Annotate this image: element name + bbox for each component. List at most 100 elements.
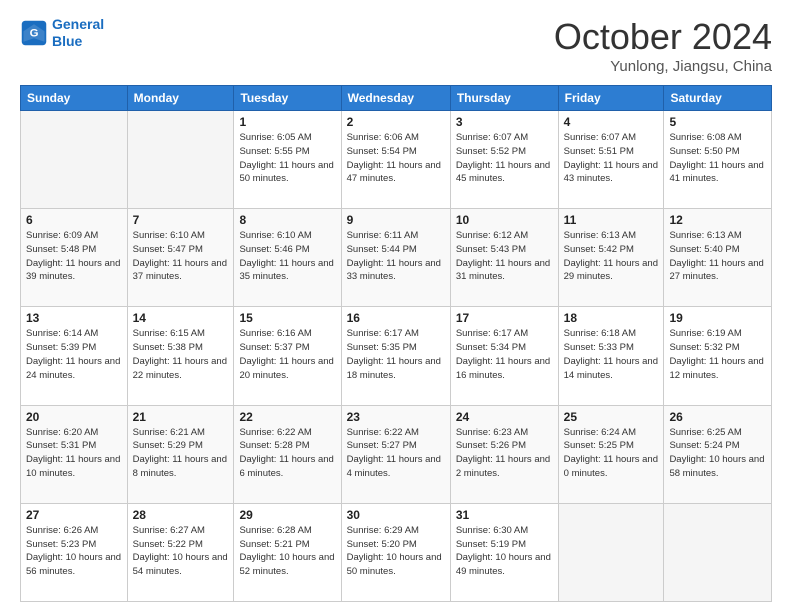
day-info: Sunrise: 6:16 AMSunset: 5:37 PMDaylight:… [239, 327, 335, 382]
day-info: Sunrise: 6:09 AMSunset: 5:48 PMDaylight:… [26, 229, 122, 284]
day-info: Sunrise: 6:14 AMSunset: 5:39 PMDaylight:… [26, 327, 122, 382]
weekday-header-thursday: Thursday [450, 86, 558, 111]
day-info: Sunrise: 6:30 AMSunset: 5:19 PMDaylight:… [456, 524, 553, 579]
calendar-cell: 19Sunrise: 6:19 AMSunset: 5:32 PMDayligh… [664, 307, 772, 405]
day-info: Sunrise: 6:27 AMSunset: 5:22 PMDaylight:… [133, 524, 229, 579]
title-block: October 2024 Yunlong, Jiangsu, China [554, 16, 772, 75]
day-info: Sunrise: 6:24 AMSunset: 5:25 PMDaylight:… [564, 426, 659, 481]
day-info: Sunrise: 6:10 AMSunset: 5:46 PMDaylight:… [239, 229, 335, 284]
day-info: Sunrise: 6:22 AMSunset: 5:28 PMDaylight:… [239, 426, 335, 481]
logo-icon: G [20, 19, 48, 47]
calendar-cell: 22 Sunrise: 6:22 AMSunset: 5:28 PMDayligh… [234, 405, 341, 503]
week-row-2: 6Sunrise: 6:09 AMSunset: 5:48 PMDaylight… [21, 209, 772, 307]
day-number: 26 [669, 410, 766, 424]
calendar-cell: 13 Sunrise: 6:14 AMSunset: 5:39 PMDayligh… [21, 307, 128, 405]
day-info: Sunrise: 6:12 AMSunset: 5:43 PMDaylight:… [456, 229, 553, 284]
calendar-cell: 4 Sunrise: 6:07 AMSunset: 5:51 PMDaylight… [558, 111, 664, 209]
calendar-cell: 24 Sunrise: 6:23 AMSunset: 5:26 PMDayligh… [450, 405, 558, 503]
day-number: 13 [26, 311, 122, 325]
calendar-cell: 20Sunrise: 6:20 AMSunset: 5:31 PMDayligh… [21, 405, 128, 503]
day-number: 3 [456, 115, 553, 129]
weekday-header-friday: Friday [558, 86, 664, 111]
day-info: Sunrise: 6:26 AMSunset: 5:23 PMDaylight:… [26, 524, 122, 579]
day-number: 22 [239, 410, 335, 424]
calendar-cell [21, 111, 128, 209]
day-info: Sunrise: 6:29 AMSunset: 5:20 PMDaylight:… [347, 524, 445, 579]
day-number: 30 [347, 508, 445, 522]
day-number: 20 [26, 410, 122, 424]
page: G General Blue October 2024 Yunlong, Jia… [0, 0, 792, 612]
calendar-cell: 3Sunrise: 6:07 AMSunset: 5:52 PMDaylight… [450, 111, 558, 209]
week-row-3: 13 Sunrise: 6:14 AMSunset: 5:39 PMDayligh… [21, 307, 772, 405]
day-info: Sunrise: 6:13 AMSunset: 5:42 PMDaylight:… [564, 229, 659, 284]
day-number: 9 [347, 213, 445, 227]
day-number: 25 [564, 410, 659, 424]
calendar-cell: 15 Sunrise: 6:16 AMSunset: 5:37 PMDayligh… [234, 307, 341, 405]
day-number: 4 [564, 115, 659, 129]
weekday-header-row: SundayMondayTuesdayWednesdayThursdayFrid… [21, 86, 772, 111]
week-row-1: 1 Sunrise: 6:05 AMSunset: 5:55 PMDaylight… [21, 111, 772, 209]
calendar-cell: 12Sunrise: 6:13 AMSunset: 5:40 PMDayligh… [664, 209, 772, 307]
calendar-cell: 14 Sunrise: 6:15 AMSunset: 5:38 PMDayligh… [127, 307, 234, 405]
day-info: Sunrise: 6:10 AMSunset: 5:47 PMDaylight:… [133, 229, 229, 284]
weekday-header-tuesday: Tuesday [234, 86, 341, 111]
calendar-cell: 23Sunrise: 6:22 AMSunset: 5:27 PMDayligh… [341, 405, 450, 503]
day-number: 17 [456, 311, 553, 325]
day-info: Sunrise: 6:25 AMSunset: 5:24 PMDaylight:… [669, 426, 766, 481]
day-info: Sunrise: 6:17 AMSunset: 5:35 PMDaylight:… [347, 327, 445, 382]
day-number: 12 [669, 213, 766, 227]
day-info: Sunrise: 6:11 AMSunset: 5:44 PMDaylight:… [347, 229, 445, 284]
day-number: 16 [347, 311, 445, 325]
calendar-cell: 25 Sunrise: 6:24 AMSunset: 5:25 PMDayligh… [558, 405, 664, 503]
day-info: Sunrise: 6:08 AMSunset: 5:50 PMDaylight:… [669, 131, 766, 186]
week-row-5: 27 Sunrise: 6:26 AMSunset: 5:23 PMDayligh… [21, 503, 772, 601]
month-title: October 2024 [554, 16, 772, 58]
day-info: Sunrise: 6:23 AMSunset: 5:26 PMDaylight:… [456, 426, 553, 481]
day-info: Sunrise: 6:18 AMSunset: 5:33 PMDaylight:… [564, 327, 659, 382]
calendar-cell: 9 Sunrise: 6:11 AMSunset: 5:44 PMDaylight… [341, 209, 450, 307]
day-number: 15 [239, 311, 335, 325]
calendar-cell: 1 Sunrise: 6:05 AMSunset: 5:55 PMDaylight… [234, 111, 341, 209]
day-number: 18 [564, 311, 659, 325]
calendar-cell: 31 Sunrise: 6:30 AMSunset: 5:19 PMDayligh… [450, 503, 558, 601]
calendar-cell [558, 503, 664, 601]
day-info: Sunrise: 6:19 AMSunset: 5:32 PMDaylight:… [669, 327, 766, 382]
day-info: Sunrise: 6:22 AMSunset: 5:27 PMDaylight:… [347, 426, 445, 481]
calendar-cell [127, 111, 234, 209]
weekday-header-saturday: Saturday [664, 86, 772, 111]
day-info: Sunrise: 6:05 AMSunset: 5:55 PMDaylight:… [239, 131, 335, 186]
calendar-cell: 17 Sunrise: 6:17 AMSunset: 5:34 PMDayligh… [450, 307, 558, 405]
calendar-cell: 8 Sunrise: 6:10 AMSunset: 5:46 PMDaylight… [234, 209, 341, 307]
calendar-table: SundayMondayTuesdayWednesdayThursdayFrid… [20, 85, 772, 602]
svg-text:G: G [30, 27, 39, 39]
calendar-cell: 11 Sunrise: 6:13 AMSunset: 5:42 PMDayligh… [558, 209, 664, 307]
calendar-cell: 10 Sunrise: 6:12 AMSunset: 5:43 PMDayligh… [450, 209, 558, 307]
day-number: 27 [26, 508, 122, 522]
calendar-cell: 5 Sunrise: 6:08 AMSunset: 5:50 PMDaylight… [664, 111, 772, 209]
location: Yunlong, Jiangsu, China [554, 58, 772, 75]
day-number: 31 [456, 508, 553, 522]
weekday-header-sunday: Sunday [21, 86, 128, 111]
day-number: 11 [564, 213, 659, 227]
day-number: 24 [456, 410, 553, 424]
day-number: 28 [133, 508, 229, 522]
day-number: 5 [669, 115, 766, 129]
week-row-4: 20Sunrise: 6:20 AMSunset: 5:31 PMDayligh… [21, 405, 772, 503]
day-info: Sunrise: 6:21 AMSunset: 5:29 PMDaylight:… [133, 426, 229, 481]
day-number: 14 [133, 311, 229, 325]
calendar-cell: 30 Sunrise: 6:29 AMSunset: 5:20 PMDayligh… [341, 503, 450, 601]
calendar-cell: 2Sunrise: 6:06 AMSunset: 5:54 PMDaylight… [341, 111, 450, 209]
weekday-header-wednesday: Wednesday [341, 86, 450, 111]
day-number: 10 [456, 213, 553, 227]
day-number: 29 [239, 508, 335, 522]
calendar-cell: 6Sunrise: 6:09 AMSunset: 5:48 PMDaylight… [21, 209, 128, 307]
day-info: Sunrise: 6:07 AMSunset: 5:51 PMDaylight:… [564, 131, 659, 186]
day-info: Sunrise: 6:15 AMSunset: 5:38 PMDaylight:… [133, 327, 229, 382]
logo-text: General Blue [52, 16, 104, 50]
day-number: 8 [239, 213, 335, 227]
calendar-cell: 21Sunrise: 6:21 AMSunset: 5:29 PMDayligh… [127, 405, 234, 503]
day-info: Sunrise: 6:17 AMSunset: 5:34 PMDaylight:… [456, 327, 553, 382]
day-number: 1 [239, 115, 335, 129]
weekday-header-monday: Monday [127, 86, 234, 111]
calendar-cell: 26 Sunrise: 6:25 AMSunset: 5:24 PMDayligh… [664, 405, 772, 503]
